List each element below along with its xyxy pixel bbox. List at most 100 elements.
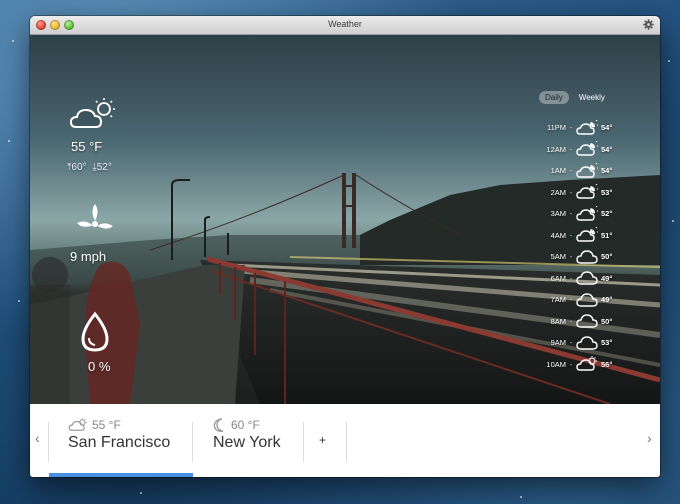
forecast-temp: 54° bbox=[601, 144, 613, 154]
forecast-time: 11PM bbox=[546, 123, 566, 133]
forecast-separator: - bbox=[569, 316, 573, 326]
forecast-temp: 50° bbox=[601, 252, 613, 262]
forecast-separator: - bbox=[569, 295, 573, 305]
background-photo: 55 °F ⤒60° ⤓52° 9 mph 0 % Daily Weekly 1… bbox=[30, 35, 660, 404]
forecast-time: 6AM bbox=[550, 273, 566, 283]
cloud-moon-icon bbox=[576, 120, 598, 136]
forecast-separator: - bbox=[569, 252, 573, 262]
forecast-row: 10AM - 56° bbox=[530, 354, 640, 376]
forecast-temp: 54° bbox=[601, 166, 613, 176]
cloud-moon-icon bbox=[576, 184, 598, 200]
forecast-row: 8AM - 50° bbox=[530, 311, 640, 333]
desktop-star bbox=[140, 492, 142, 494]
selected-city-indicator bbox=[49, 473, 193, 477]
partly-cloudy-icon bbox=[70, 98, 115, 128]
forecast-temp: 53° bbox=[601, 187, 613, 197]
forecast-temp: 56° bbox=[601, 359, 613, 369]
city-temp-row: 55 °F bbox=[68, 418, 170, 432]
cloud-icon bbox=[576, 292, 598, 308]
next-city-button[interactable]: › bbox=[647, 430, 652, 446]
gear-icon[interactable] bbox=[643, 19, 654, 30]
raindrop-icon bbox=[81, 311, 109, 352]
forecast-separator: - bbox=[569, 123, 573, 133]
forecast-row: 11PM - 54° bbox=[530, 117, 640, 139]
weekly-toggle[interactable]: Weekly bbox=[573, 91, 611, 104]
forecast-time: 4AM bbox=[550, 230, 566, 240]
weather-window: Weather 55 °F ⤒60° ⤓52° 9 mph 0 % Daily … bbox=[30, 16, 660, 477]
desktop-star bbox=[520, 496, 522, 498]
city-temp-row: 60 °F bbox=[213, 418, 281, 432]
forecast-mode-toggle: Daily Weekly bbox=[539, 91, 611, 104]
forecast-time: 7AM bbox=[550, 295, 566, 305]
title-bar: Weather bbox=[30, 16, 660, 35]
add-city-button[interactable]: + bbox=[319, 433, 326, 447]
forecast-separator: - bbox=[569, 166, 573, 176]
wind-speed: 9 mph bbox=[70, 249, 107, 264]
desktop-star bbox=[12, 40, 14, 42]
forecast-temp: 53° bbox=[601, 338, 613, 348]
forecast-separator: - bbox=[569, 209, 573, 219]
divider bbox=[346, 422, 347, 462]
forecast-temp: 49° bbox=[601, 273, 613, 283]
forecast-row: 2AM - 53° bbox=[530, 182, 640, 204]
forecast-row: 3AM - 52° bbox=[530, 203, 640, 225]
moon-icon bbox=[213, 418, 224, 432]
forecast-row: 7AM - 49° bbox=[530, 289, 640, 311]
forecast-time: 2AM bbox=[550, 187, 566, 197]
forecast-time: 3AM bbox=[550, 209, 566, 219]
daily-toggle[interactable]: Daily bbox=[539, 91, 569, 104]
desktop-star bbox=[18, 300, 20, 302]
cloud-icon bbox=[576, 335, 598, 351]
cloud-icon bbox=[576, 313, 598, 329]
forecast-separator: - bbox=[569, 230, 573, 240]
forecast-temp: 52° bbox=[601, 209, 613, 219]
cloud-icon bbox=[576, 249, 598, 265]
forecast-time: 1AM bbox=[550, 166, 566, 176]
forecast-temp: 51° bbox=[601, 230, 613, 240]
forecast-row: 6AM - 49° bbox=[530, 268, 640, 290]
forecast-time: 5AM bbox=[550, 252, 566, 262]
city-tab-new-york[interactable]: 60 °F New York bbox=[213, 418, 281, 452]
forecast-time: 9AM bbox=[550, 338, 566, 348]
divider bbox=[303, 422, 304, 462]
high-temp: 60° bbox=[71, 162, 87, 173]
forecast-separator: - bbox=[569, 144, 573, 154]
forecast-row: 5AM - 50° bbox=[530, 246, 640, 268]
city-temp: 60 °F bbox=[231, 418, 260, 432]
cloud-moon-icon bbox=[576, 227, 598, 243]
desktop-star bbox=[672, 220, 674, 222]
forecast-temp: 49° bbox=[601, 295, 613, 305]
cloud-sun-icon bbox=[576, 356, 598, 372]
forecast-separator: - bbox=[569, 359, 573, 369]
divider bbox=[192, 422, 193, 462]
forecast-time: 10AM bbox=[546, 359, 566, 369]
cloud-sun-icon bbox=[68, 418, 87, 431]
forecast-time: 12AM bbox=[546, 144, 566, 154]
desktop-star bbox=[8, 140, 10, 142]
hourly-forecast-list: 11PM - 54° 12AM - 54° 1AM - 54° 2AM - 53… bbox=[530, 117, 640, 375]
city-tab-san-francisco[interactable]: 55 °F San Francisco bbox=[68, 418, 170, 452]
forecast-separator: - bbox=[569, 338, 573, 348]
prev-city-button[interactable]: ‹ bbox=[35, 430, 40, 446]
forecast-row: 4AM - 51° bbox=[530, 225, 640, 247]
forecast-time: 8AM bbox=[550, 316, 566, 326]
high-low-temps: ⤒60° ⤓52° bbox=[67, 162, 112, 173]
city-name: New York bbox=[213, 434, 281, 451]
city-name: San Francisco bbox=[68, 434, 171, 451]
low-temp: 52° bbox=[96, 162, 112, 173]
cloud-moon-icon bbox=[576, 163, 598, 179]
city-temp: 55 °F bbox=[92, 418, 121, 432]
cloud-moon-icon bbox=[576, 141, 598, 157]
desktop-star bbox=[668, 60, 670, 62]
forecast-row: 9AM - 53° bbox=[530, 332, 640, 354]
forecast-temp: 50° bbox=[601, 316, 613, 326]
cloud-icon bbox=[576, 270, 598, 286]
window-title: Weather bbox=[328, 19, 362, 29]
wind-turbine-icon bbox=[77, 204, 113, 229]
city-switcher-bar: ‹ 55 °F San Francisco 60 °F New York + › bbox=[30, 404, 660, 477]
current-temperature: 55 °F bbox=[71, 139, 103, 154]
cloud-moon-icon bbox=[576, 206, 598, 222]
forecast-temp: 54° bbox=[601, 123, 613, 133]
divider bbox=[48, 422, 49, 462]
forecast-row: 1AM - 54° bbox=[530, 160, 640, 182]
